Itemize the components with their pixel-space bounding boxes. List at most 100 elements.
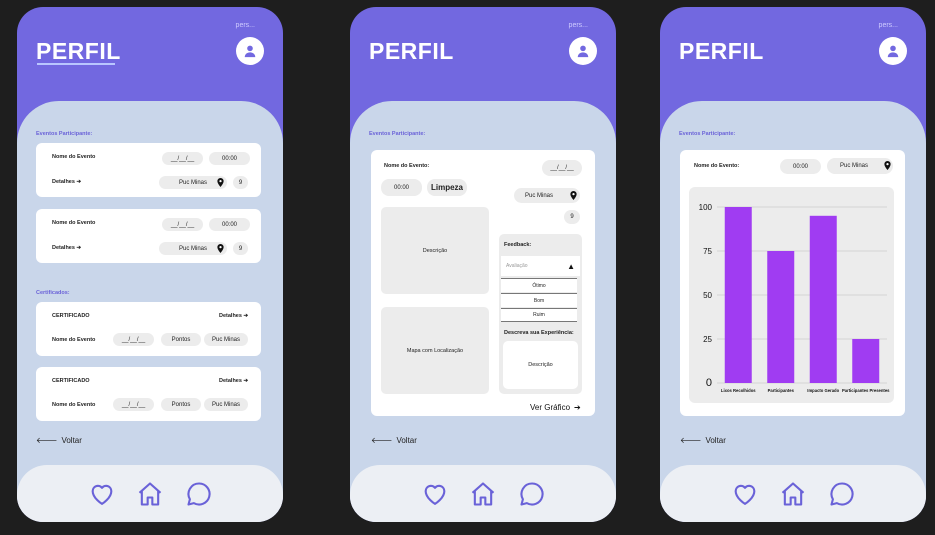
y-tick-label: 100: [699, 203, 713, 212]
x-tick-label: Lixos Recolhidos: [721, 388, 756, 393]
section-label-certificates: Certificados:: [36, 290, 70, 296]
event-card[interactable]: Nome do Evento __/__/__ 00:00 Detalhes ➔…: [36, 143, 261, 197]
arrow-left-icon: 🡐: [36, 436, 58, 445]
pers-label: pers...: [235, 22, 255, 29]
profile-avatar-button[interactable]: [236, 37, 264, 65]
experience-input[interactable]: Descrição: [503, 341, 578, 389]
section-label-events: Eventos Participante:: [369, 131, 426, 137]
bar-chart: 0 25 50 75 100 Lixos Recolhidos Participantes I…: [699, 203, 891, 393]
x-tick-label: Impacto Gerado: [807, 388, 839, 393]
event-name: Nome do Evento: [52, 402, 96, 408]
user-icon: [887, 45, 899, 58]
bar: [724, 207, 752, 383]
tab-bar: [17, 465, 283, 522]
tab-bar: [350, 465, 616, 522]
title-underline: [37, 63, 115, 65]
event-time: 00:00: [209, 218, 250, 231]
heart-icon[interactable]: [88, 480, 116, 508]
certificate-location: Puc Minas: [204, 398, 248, 411]
x-tick-label: Participantes: [768, 388, 795, 393]
arrow-right-icon: ➔: [574, 403, 581, 412]
chat-icon[interactable]: [518, 480, 546, 508]
rating-option[interactable]: Ótimo: [501, 278, 577, 292]
chart-panel: 0 25 50 75 100 Lixos Recolhidos Participantes I…: [689, 187, 894, 403]
details-link[interactable]: Detalhes ➔: [52, 179, 81, 185]
profile-avatar-button[interactable]: [569, 37, 597, 65]
event-card[interactable]: Nome do Evento __/__/__ 00:00 Detalhes ➔…: [36, 209, 261, 263]
certificate-date: __/__/__: [113, 398, 154, 411]
heart-icon[interactable]: [731, 480, 759, 508]
event-count: 9: [564, 210, 580, 224]
event-detail-card: Nome do Evento: __/__/__ 00:00 Limpeza P…: [371, 150, 595, 416]
user-icon: [577, 45, 589, 58]
event-category: Limpeza: [427, 179, 467, 196]
event-chart-card: Nome do Evento: 00:00 Puc Minas 0 25 50 75 1…: [680, 150, 905, 416]
screen-event-chart: pers... PERFIL Eventos Participante: Nom…: [660, 7, 926, 522]
chat-icon[interactable]: [185, 480, 213, 508]
section-label-events: Eventos Participante:: [36, 131, 93, 137]
details-link[interactable]: Detalhes ➔: [219, 378, 248, 384]
page-title: PERFIL: [369, 38, 454, 64]
location-pin-icon: [217, 244, 224, 253]
bar: [767, 251, 795, 383]
home-icon[interactable]: [136, 480, 164, 508]
page-title: PERFIL: [36, 38, 121, 64]
pers-label: pers...: [568, 22, 588, 29]
user-icon: [244, 45, 256, 58]
experience-label: Descreva sua Experiência:: [504, 330, 574, 336]
back-button[interactable]: 🡐 Voltar: [680, 435, 726, 446]
home-icon[interactable]: [779, 480, 807, 508]
feedback-panel: Feedback: Avaliação ▲ Ótimo Bom Ruim Des…: [499, 234, 582, 394]
profile-avatar-button[interactable]: [879, 37, 907, 65]
event-count: 9: [233, 176, 248, 189]
screen-event-detail: pers... PERFIL Eventos Participante: Nom…: [350, 7, 616, 522]
back-button[interactable]: 🡐 Voltar: [36, 435, 82, 446]
details-link[interactable]: Detalhes ➔: [219, 313, 248, 319]
content-area: Eventos Participante: Nome do Evento: 00…: [660, 101, 926, 522]
heart-icon[interactable]: [421, 480, 449, 508]
certificate-title: CERTIFICADO: [52, 313, 90, 319]
certificate-card[interactable]: CERTIFICADO Detalhes ➔ Nome do Evento __…: [36, 302, 261, 356]
event-count: 9: [233, 242, 248, 255]
location-pin-icon: [217, 178, 224, 187]
content-area: Eventos Participante: Nome do Evento __/…: [17, 101, 283, 522]
event-name: Nome do Evento: [52, 154, 96, 160]
page-title: PERFIL: [679, 38, 764, 64]
bar: [809, 215, 837, 383]
chat-icon[interactable]: [828, 480, 856, 508]
screen-profile-list: pers... PERFIL Eventos Participante: Nom…: [17, 7, 283, 522]
event-time: 00:00: [381, 179, 422, 196]
view-chart-link[interactable]: Ver Gráfico ➔: [530, 403, 581, 412]
certificate-points: Pontos: [161, 333, 201, 346]
arrow-left-icon: 🡐: [371, 436, 393, 445]
home-icon[interactable]: [469, 480, 497, 508]
certificate-card[interactable]: CERTIFICADO Detalhes ➔ Nome do Evento __…: [36, 367, 261, 421]
location-pin-icon: [884, 161, 891, 170]
x-tick-label: Participantes Presentes: [842, 388, 890, 393]
event-name: Nome do Evento: [52, 220, 96, 226]
event-time: 00:00: [780, 159, 821, 174]
certificate-title: CERTIFICADO: [52, 378, 90, 384]
event-date: __/__/__: [542, 160, 582, 176]
certificate-location: Puc Minas: [204, 333, 248, 346]
tab-bar: [660, 465, 926, 522]
event-date: __/__/__: [162, 152, 203, 165]
section-label-events: Eventos Participante:: [679, 131, 736, 137]
event-name: Nome do Evento: [52, 337, 96, 343]
arrow-left-icon: 🡐: [680, 436, 702, 445]
event-map: Mapa com Localização: [381, 307, 489, 394]
rating-option[interactable]: Bom: [501, 293, 577, 307]
arrow-right-icon: ➔: [243, 313, 249, 319]
rating-option[interactable]: Ruim: [501, 308, 577, 322]
pers-label: pers...: [878, 22, 898, 29]
y-tick-label: 75: [703, 247, 712, 256]
location-pin-icon: [570, 191, 577, 200]
certificate-date: __/__/__: [113, 333, 154, 346]
y-tick-label: 50: [703, 291, 712, 300]
arrow-right-icon: ➔: [243, 378, 249, 384]
triangle-up-icon: ▲: [567, 261, 575, 271]
event-name: Nome do Evento:: [384, 163, 430, 169]
details-link[interactable]: Detalhes ➔: [52, 245, 81, 251]
rating-select[interactable]: Avaliação ▲: [501, 256, 580, 276]
back-button[interactable]: 🡐 Voltar: [371, 435, 417, 446]
